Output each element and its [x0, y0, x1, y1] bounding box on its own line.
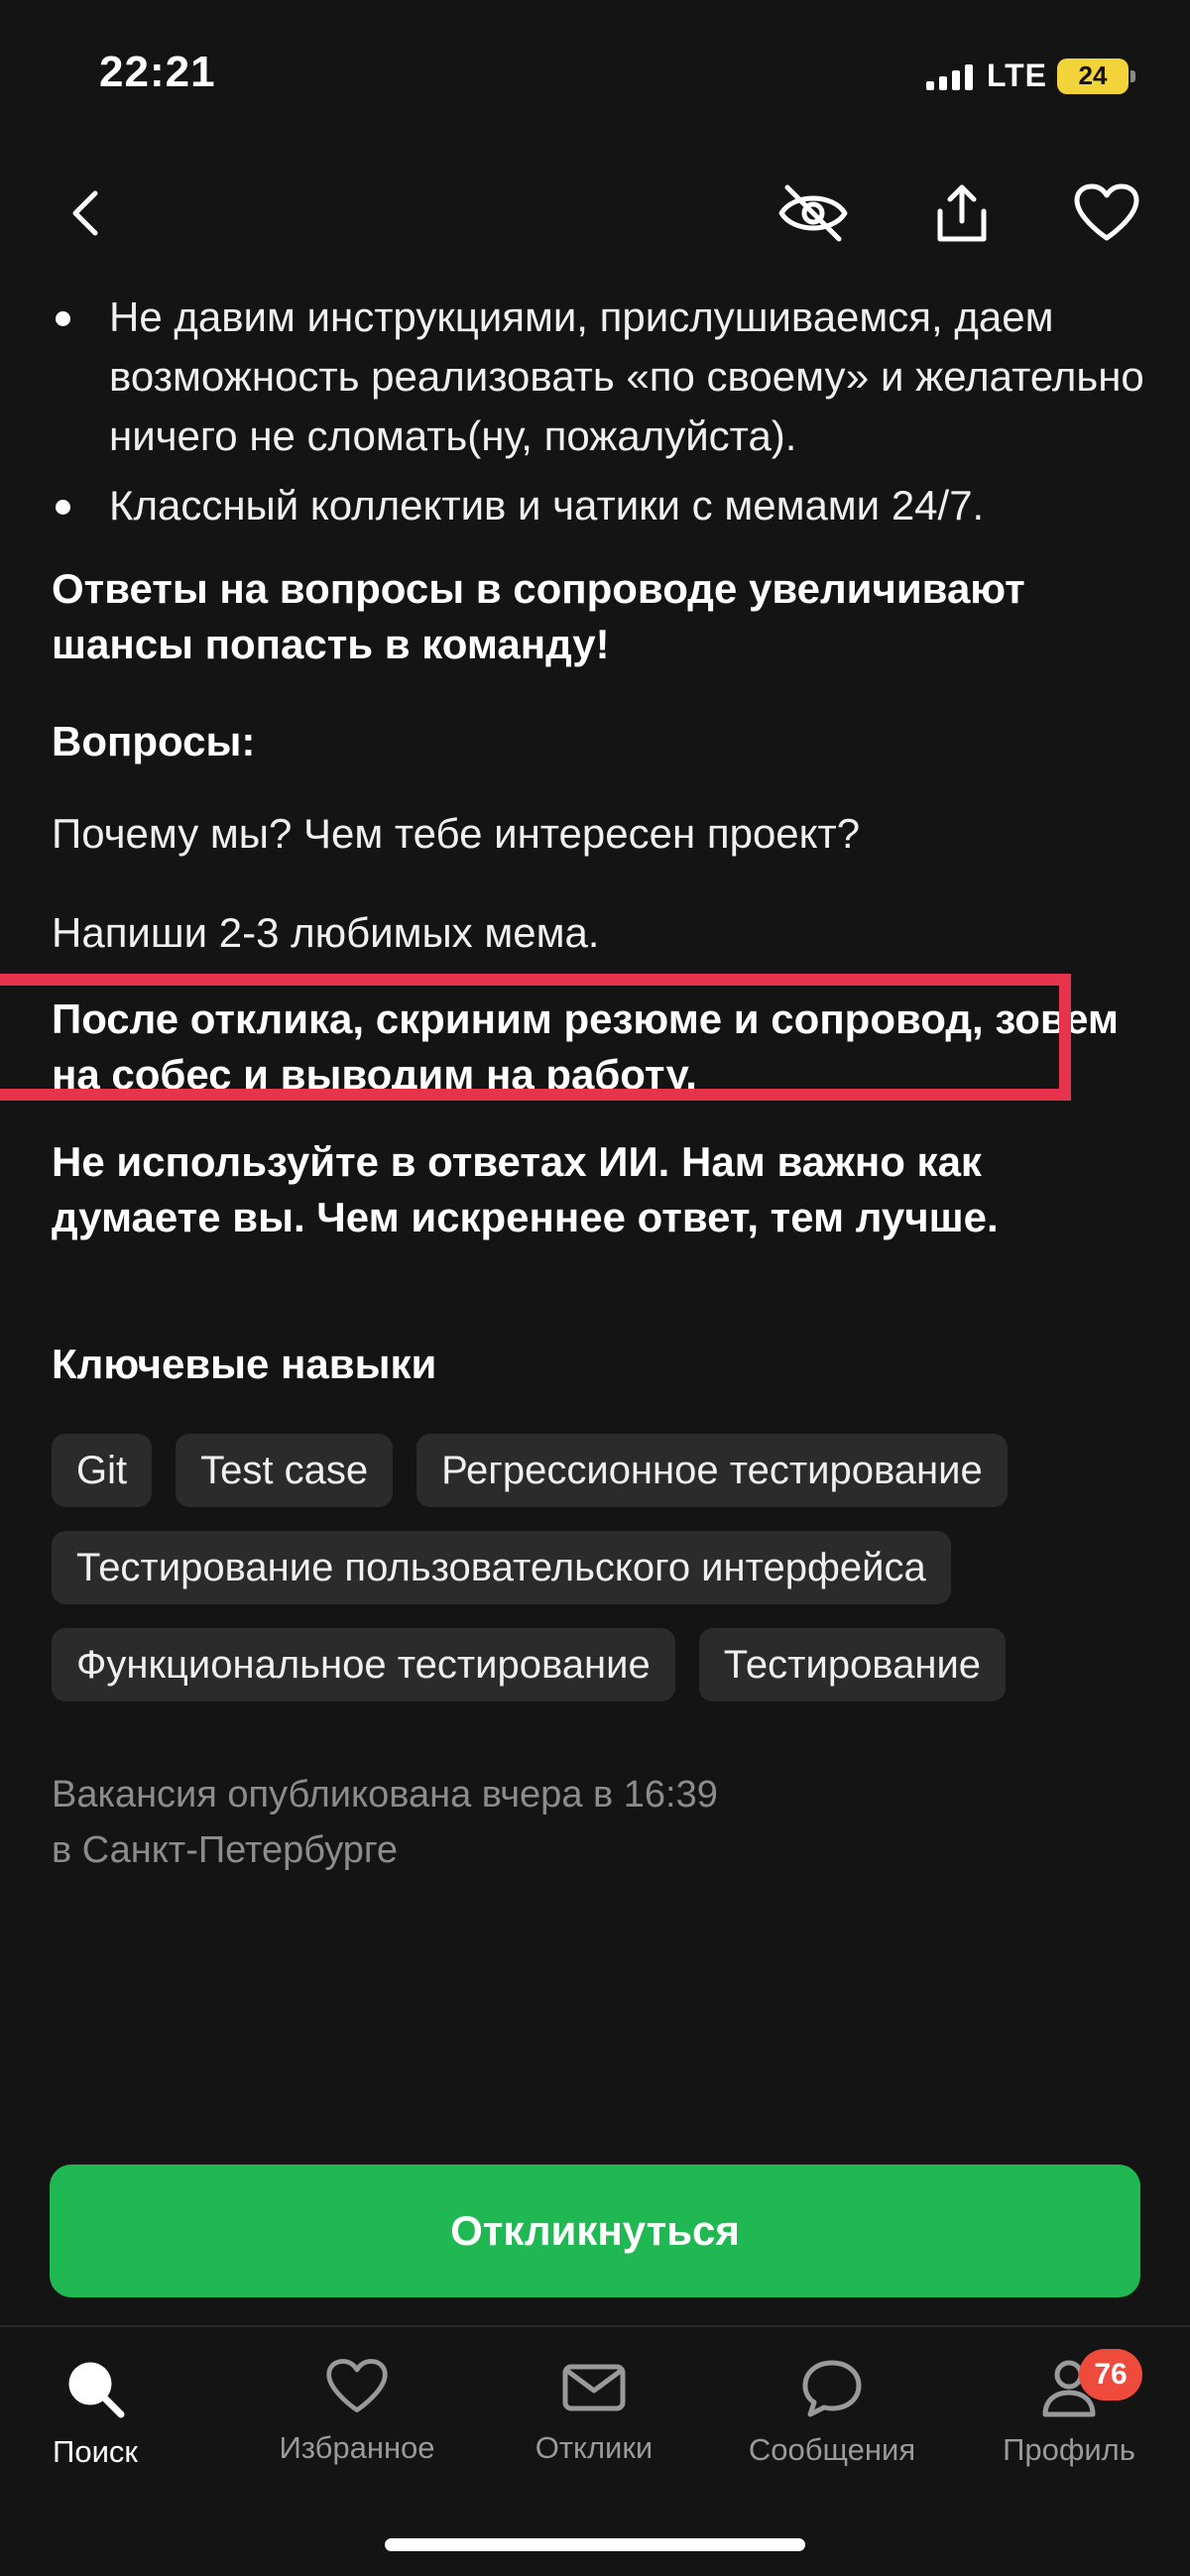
- chat-bubble-icon: [802, 2360, 862, 2417]
- chevron-left-icon: [72, 190, 98, 236]
- apply-button[interactable]: Откликнуться: [50, 2165, 1140, 2297]
- list-item: Классный коллектив и чатики с мемами 24/…: [52, 476, 1152, 535]
- vacancy-description: Не давим инструкциями, прислушиваемся, д…: [0, 288, 1152, 1878]
- tab-label: Сообщения: [748, 2432, 916, 2467]
- no-ai-text: Не используйте в ответах ИИ. Нам важно к…: [52, 1138, 999, 1240]
- tab-label: Профиль: [1003, 2432, 1135, 2467]
- tab-label: Избранное: [279, 2430, 435, 2465]
- question-2: Напиши 2-3 любимых мема.: [52, 909, 600, 956]
- vacancy-location: в Санкт-Петербурге: [52, 1829, 399, 1871]
- eye-off-icon: [778, 184, 848, 242]
- tab-label: Отклики: [535, 2430, 654, 2465]
- signal-icon: [925, 62, 973, 90]
- list-item: Не давим инструкциями, прислушиваемся, д…: [52, 288, 1152, 466]
- skill-chip: Регрессионное тестирование: [416, 1434, 1008, 1507]
- published-date: Вакансия опубликована вчера в 16:39: [52, 1774, 718, 1815]
- back-button[interactable]: [46, 174, 125, 253]
- favorite-button[interactable]: [1067, 174, 1146, 253]
- tab-messages[interactable]: Сообщения: [723, 2357, 941, 2468]
- tab-favorites[interactable]: Избранное: [248, 2357, 466, 2466]
- share-icon: [937, 184, 987, 242]
- share-button[interactable]: [922, 174, 1002, 253]
- hide-vacancy-button[interactable]: [774, 174, 853, 253]
- skills-list: Git Test case Регрессионное тестирование…: [52, 1434, 1152, 1701]
- bullet-list: Не давим инструкциями, прислушиваемся, д…: [52, 288, 1152, 535]
- heart-icon: [1074, 183, 1139, 241]
- network-type: LTE: [986, 58, 1047, 93]
- skill-chip: Тестирование пользовательского интерфейс…: [52, 1531, 951, 1604]
- heart-icon: [326, 2359, 388, 2412]
- question-1: Почему мы? Чем тебе интересен проект?: [52, 810, 861, 857]
- skill-chip: Тестирование: [698, 1628, 1007, 1701]
- tab-profile[interactable]: Профиль 76: [960, 2349, 1178, 2468]
- tab-responses[interactable]: Отклики: [485, 2357, 703, 2466]
- search-icon: [68, 2362, 125, 2418]
- skill-chip: Функциональное тестирование: [52, 1628, 675, 1701]
- vacancy-screen: 22:21 LTE 24 Не давим инструкциями, прис…: [0, 0, 1190, 2576]
- skill-chip: Test case: [176, 1434, 394, 1507]
- envelope-icon: [562, 2364, 626, 2411]
- cover-letter-note: Ответы на вопросы в сопроводе увеличиваю…: [52, 565, 1025, 667]
- status-indicators: LTE 24: [925, 58, 1135, 94]
- after-apply-text: После отклика, скриним резюме и сопровод…: [52, 995, 1119, 1098]
- notification-badge: 76: [1079, 2349, 1142, 2400]
- questions-title: Вопросы:: [52, 718, 256, 764]
- tab-label: Поиск: [53, 2434, 138, 2469]
- skills-title: Ключевые навыки: [52, 1341, 437, 1387]
- home-indicator: [385, 2538, 805, 2551]
- tab-search[interactable]: Поиск: [0, 2357, 204, 2470]
- skill-chip: Git: [52, 1434, 153, 1507]
- battery-icon: 24: [1057, 58, 1135, 94]
- status-time: 22:21: [99, 48, 216, 96]
